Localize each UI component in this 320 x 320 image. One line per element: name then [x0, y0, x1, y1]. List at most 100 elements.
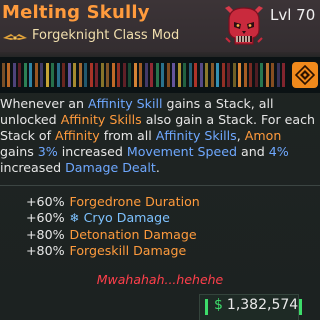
desc-text: .: [155, 160, 160, 175]
rarity-bar-segment: [161, 63, 164, 87]
rarity-bar-segment: [106, 63, 109, 87]
rarity-bar-segment: [271, 63, 274, 87]
desc-highlight: Damage Dealt: [65, 160, 156, 175]
flavor-text: Mwahahah...hehehe: [96, 272, 224, 287]
desc-highlight: Affinity Skill: [88, 96, 163, 111]
rarity-bar-segment: [40, 63, 43, 87]
element-diamond-icon: [292, 62, 318, 88]
rarity-bar-segment: [183, 63, 186, 87]
desc-highlight: 4%: [268, 144, 289, 159]
stats-list: +60% Forgedrone Duration +60% ❄ Cryo Dam…: [26, 193, 200, 259]
item-card: Melting Skully Forgeknight Class Mod Lvl…: [0, 0, 320, 320]
rarity-bar-segment: [216, 63, 219, 87]
desc-highlight: Movement Speed: [126, 144, 238, 159]
rarity-bar-segment: [79, 63, 82, 87]
rarity-bar-segment: [62, 63, 65, 87]
rarity-bar-segment: [117, 63, 120, 87]
rarity-bar-segment: [238, 63, 241, 87]
rarity-bar-segment: [244, 63, 247, 87]
stat-row: +60% ❄ Cryo Damage: [26, 210, 200, 227]
rarity-bar-segment: [57, 63, 60, 87]
rarity-bar-segment: [95, 63, 98, 87]
rarity-bar-segment: [200, 63, 203, 87]
rarity-bar-segment: [7, 63, 10, 87]
rarity-bar-segment: [2, 63, 5, 87]
rarity-bar-segment: [227, 63, 230, 87]
rarity-bar-segment: [266, 63, 269, 87]
desc-text: ,: [236, 128, 245, 143]
rarity-bar-segment: [277, 63, 280, 87]
rarity-bar-segment: [145, 63, 148, 87]
rarity-bar-segment: [172, 63, 175, 87]
rarity-bar-segment: [24, 63, 27, 87]
item-type: Forgeknight Class Mod: [32, 27, 180, 43]
desc-text: and: [237, 144, 269, 159]
rarity-bar-segment: [211, 63, 214, 87]
desc-highlight: Affinity Skills: [60, 112, 142, 127]
price-separator: [205, 299, 208, 315]
rarity-bar-segment: [282, 63, 285, 87]
rarity-bar-segment: [90, 63, 93, 87]
divider: [0, 185, 320, 186]
stat-name: Forgedrone Duration: [69, 193, 200, 209]
rarity-bar-segment: [68, 63, 71, 87]
desc-text: Whenever an: [0, 96, 88, 111]
rarity-bar-segment: [233, 63, 236, 87]
rarity-bar-segment: [29, 63, 32, 87]
item-type-row: Forgeknight Class Mod: [2, 25, 179, 45]
stat-value: +60%: [26, 210, 65, 226]
rarity-bar-segment: [150, 63, 153, 87]
rarity-bar-segment: [249, 63, 252, 87]
price-amount: 1,382,574: [226, 297, 299, 313]
currency-symbol: $: [214, 297, 223, 313]
rarity-bar-segment: [205, 63, 208, 87]
rarity-bar-segment: [84, 63, 87, 87]
rarity-bar-segment: [13, 63, 16, 87]
item-level: Lvl 70: [270, 6, 316, 24]
desc-text: from all: [99, 128, 156, 143]
price-separator: [299, 299, 302, 315]
item-name: Melting Skully: [2, 2, 150, 23]
rarity-bars: [0, 63, 290, 87]
rarity-bar-segment: [128, 63, 131, 87]
desc-text: increased: [0, 160, 66, 175]
stat-name: Cryo Damage: [83, 210, 170, 226]
rarity-bar-segment: [167, 63, 170, 87]
rarity-bar-segment: [101, 63, 104, 87]
rarity-bar-segment: [73, 63, 76, 87]
rarity-bar-segment: [123, 63, 126, 87]
desc-highlight: Amon: [244, 128, 282, 143]
rarity-bar-segment: [222, 63, 225, 87]
stat-value: +80%: [26, 243, 65, 259]
stat-row: +80% Detonation Damage: [26, 226, 200, 243]
rarity-bar-segment: [194, 63, 197, 87]
stat-name: Forgeskill Damage: [69, 243, 187, 259]
price: $1,382,574: [214, 297, 298, 313]
rarity-bar-segment: [134, 63, 137, 87]
item-header: Melting Skully Forgeknight Class Mod Lvl…: [0, 0, 320, 52]
rarity-bar-segment: [51, 63, 54, 87]
rarity-bar-segment: [178, 63, 181, 87]
skull-logo-icon: [221, 2, 267, 48]
rarity-bar-segment: [18, 63, 21, 87]
rarity-bar-segment: [255, 63, 258, 87]
rarity-bar-segment: [112, 63, 115, 87]
wings-icon: [2, 29, 28, 41]
rarity-bar-segment: [46, 63, 49, 87]
desc-text: increased: [57, 144, 127, 159]
desc-text: gains: [0, 144, 38, 159]
stat-name: Detonation Damage: [69, 226, 197, 242]
snowflake-icon: ❄: [69, 210, 80, 225]
desc-highlight: Affinity Skills: [155, 128, 237, 143]
rarity-bar-segment: [260, 63, 263, 87]
stat-row: +80% Forgeskill Damage: [26, 243, 200, 260]
rarity-bar-segment: [156, 63, 159, 87]
stat-row: +60% Forgedrone Duration: [26, 193, 200, 210]
stat-value: +80%: [26, 226, 65, 242]
rarity-bar-segment: [189, 63, 192, 87]
rarity-bar-segment: [139, 63, 142, 87]
desc-highlight: Affinity: [55, 128, 100, 143]
stat-value: +60%: [26, 193, 65, 209]
desc-highlight: 3%: [37, 144, 58, 159]
rarity-bar-segment: [35, 63, 38, 87]
